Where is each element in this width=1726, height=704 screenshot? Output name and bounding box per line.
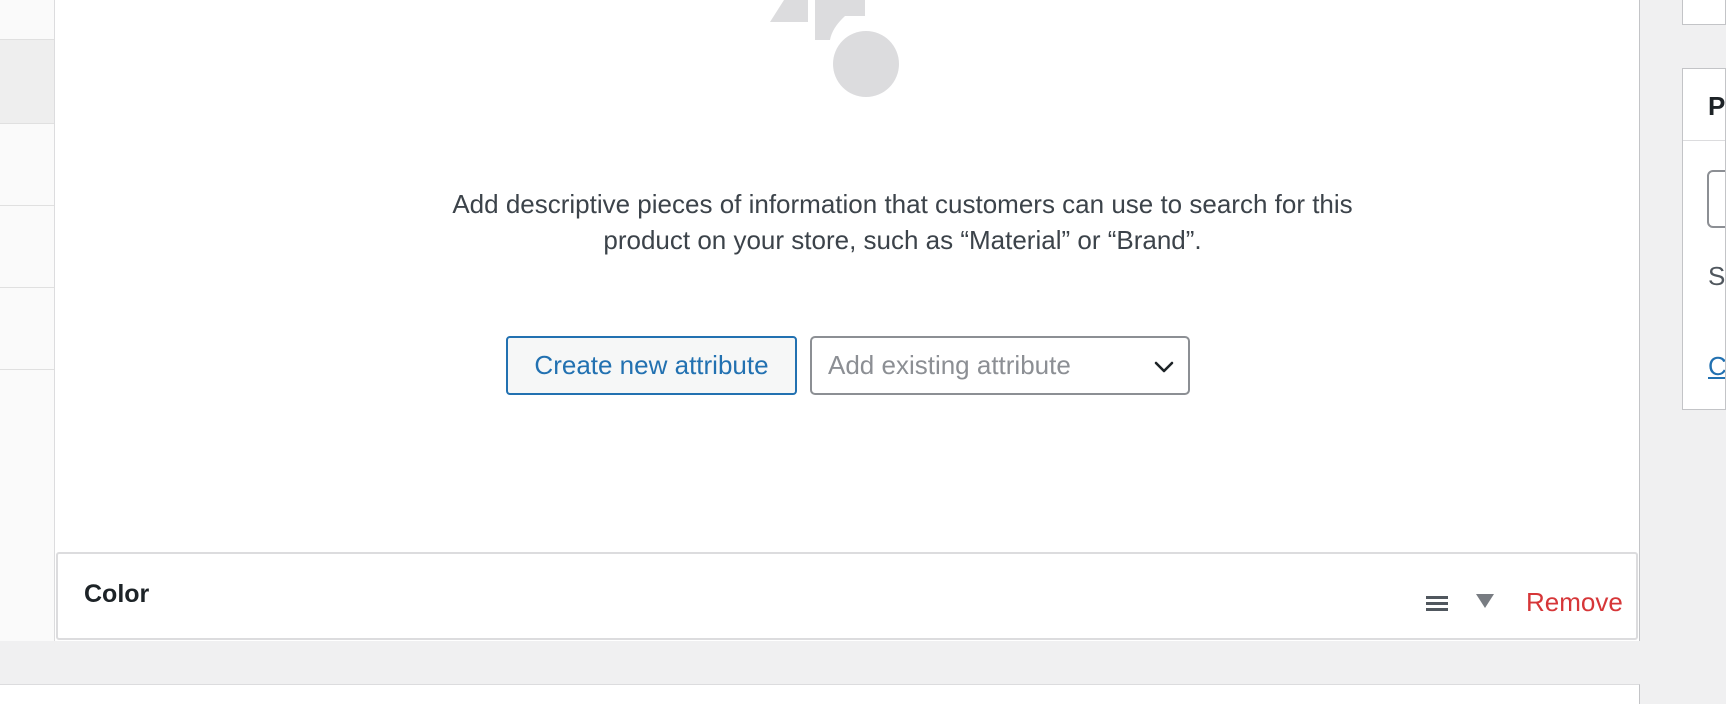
tab-item[interactable] (0, 206, 54, 288)
empty-state-line-1: Add descriptive pieces of information th… (452, 189, 1353, 219)
sidebar-input[interactable] (1707, 170, 1725, 228)
attribute-name: Color (84, 580, 150, 608)
tab-item[interactable] (0, 124, 54, 206)
hamburger-icon[interactable] (1426, 594, 1448, 612)
tab-item[interactable] (0, 288, 54, 370)
remove-attribute-link[interactable]: Remove (1526, 587, 1623, 618)
empty-state-message: Add descriptive pieces of information th… (295, 186, 1510, 258)
empty-state-line-2: product on your store, such as “Material… (603, 225, 1202, 255)
next-metabox (0, 684, 1640, 704)
sidebar-metabox-header[interactable]: P (1683, 69, 1725, 141)
select-placeholder: Add existing attribute (828, 350, 1071, 380)
shapes-illustration-icon (770, 0, 899, 97)
add-existing-attribute-select[interactable]: Add existing attribute (810, 336, 1190, 395)
sidebar-metabox-title: P (1708, 91, 1726, 121)
sidebar-text: S (1708, 261, 1726, 291)
tab-item[interactable] (0, 0, 54, 40)
sidebar-metabox: P S C (1682, 68, 1726, 410)
chevron-down-icon (1154, 361, 1174, 373)
attribute-row[interactable]: Color Remove (56, 552, 1638, 640)
sidebar-link[interactable]: C (1708, 351, 1725, 382)
create-new-attribute-button[interactable]: Create new attribute (506, 336, 797, 395)
caret-down-icon[interactable] (1476, 594, 1494, 608)
product-data-tabs (0, 0, 55, 641)
sidebar-box-top (1682, 0, 1726, 25)
attributes-panel: Add descriptive pieces of information th… (55, 0, 1640, 641)
tab-item-active[interactable] (0, 40, 54, 124)
